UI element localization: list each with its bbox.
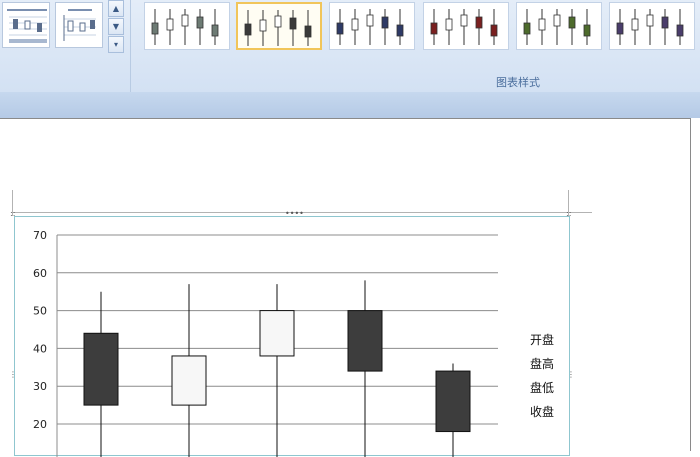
chart-layout-thumb-2[interactable] xyxy=(55,2,103,48)
chart-layout-thumb-1[interactable] xyxy=(2,2,50,48)
chart-resize-handle-right[interactable]: ⋮ xyxy=(567,371,575,379)
layout-preview-icon xyxy=(63,9,96,41)
stock-style-preview-icon xyxy=(244,10,312,46)
legend-entry: 开盘 xyxy=(530,332,554,347)
candle-body xyxy=(259,310,295,357)
chart-resize-handle-top-left[interactable]: :: xyxy=(10,210,15,218)
chart-style-tile-5[interactable] xyxy=(516,2,602,50)
chart-style-tile-3[interactable] xyxy=(329,2,415,50)
stock-chart: 70 60 50 40 30 20 开盘盘高盘低收盘 xyxy=(33,229,554,457)
gallery-scroll-down-button[interactable]: ▼ xyxy=(108,18,124,35)
chart-styles-group: 图表样式 xyxy=(136,0,700,92)
ribbon: ▲ ▼ ▾ 图表样式 xyxy=(0,0,700,93)
stock-style-preview-icon xyxy=(336,9,404,45)
stock-style-preview-icon xyxy=(151,9,219,45)
chart-style-tile-6[interactable] xyxy=(609,2,695,50)
stock-style-preview-icon xyxy=(430,9,498,45)
candle-body xyxy=(347,310,383,372)
chart-area[interactable]: 70 60 50 40 30 20 开盘盘高盘低收盘 xyxy=(14,216,570,457)
candle-4[interactable] xyxy=(347,280,383,457)
candle-body xyxy=(83,332,119,406)
y-tick-label: 40 xyxy=(33,342,47,355)
layout-gallery-scroll: ▲ ▼ ▾ xyxy=(108,0,124,54)
y-tick-label: 20 xyxy=(33,418,47,431)
chart-resize-handle-left[interactable]: ⋮ xyxy=(9,371,17,379)
gallery-more-button[interactable]: ▾ xyxy=(108,36,124,53)
y-tick-label: 60 xyxy=(33,267,47,280)
chart-style-tile-4[interactable] xyxy=(423,2,509,50)
y-tick-label: 30 xyxy=(33,380,47,393)
legend-entry: 收盘 xyxy=(530,404,554,419)
candle-5[interactable] xyxy=(435,363,471,457)
candle-1[interactable] xyxy=(83,291,119,457)
stock-style-preview-icon xyxy=(523,9,591,45)
layout-preview-icon xyxy=(7,9,47,43)
candle-3[interactable] xyxy=(259,284,295,457)
ribbon-separator-bar xyxy=(0,92,700,118)
chart-style-tile-1[interactable] xyxy=(144,2,230,50)
chart-layouts-group: ▲ ▼ ▾ xyxy=(0,0,131,92)
stock-style-preview-icon xyxy=(616,9,684,45)
candle-body xyxy=(171,355,207,406)
y-tick-label: 50 xyxy=(33,305,47,318)
gallery-scroll-up-button[interactable]: ▲ xyxy=(108,0,124,17)
chart-resize-handle-top[interactable]: •••• xyxy=(285,210,304,218)
legend-entry: 盘高 xyxy=(530,356,554,371)
y-tick-label: 70 xyxy=(33,229,47,242)
legend-entry: 盘低 xyxy=(530,380,554,395)
candle-2[interactable] xyxy=(171,284,207,457)
candle-body xyxy=(435,370,471,433)
chart-style-tile-2[interactable] xyxy=(236,2,322,50)
chart-resize-handle-top-right[interactable]: :: xyxy=(566,210,571,218)
chart-styles-group-label: 图表样式 xyxy=(496,76,540,89)
